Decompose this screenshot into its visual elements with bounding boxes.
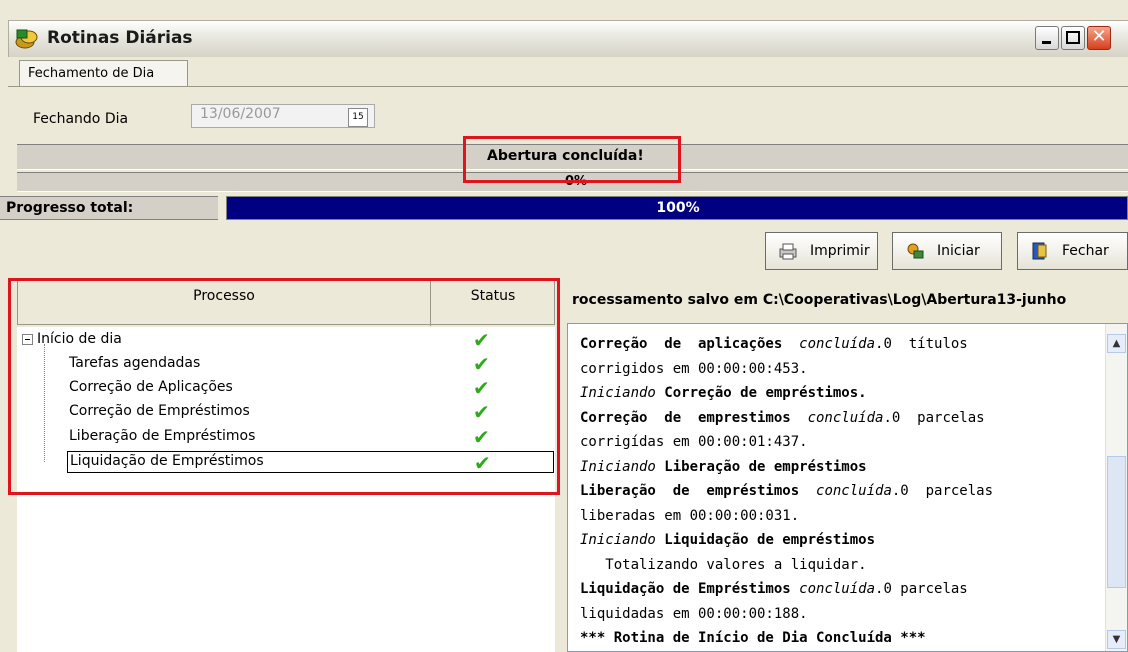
total-progress-text: 100% xyxy=(656,200,700,216)
scroll-thumb[interactable] xyxy=(1107,456,1126,588)
log-line: corrigídas em 00:00:01:437. xyxy=(580,434,808,450)
log-line: Totalizando valores a liquidar. xyxy=(580,556,867,573)
coins-icon xyxy=(15,29,38,49)
print-button[interactable]: Imprimir xyxy=(765,232,878,270)
log-line: liberadas em 00:00:00:031. xyxy=(580,507,800,524)
printer-icon xyxy=(779,243,797,260)
close-window-button[interactable]: ✕ xyxy=(1087,26,1111,50)
total-progress-label-box: Progresso total: xyxy=(0,196,218,220)
log-line: liquidadas em 00:00:00:188. xyxy=(580,605,808,622)
fechando-dia-label: Fechando Dia xyxy=(33,111,129,127)
app-window: Rotinas Diárias ✕ Fechamento de Dia Fech… xyxy=(0,0,1128,652)
splitter[interactable] xyxy=(560,279,566,652)
minimize-icon xyxy=(1042,41,1051,44)
maximize-icon xyxy=(1066,31,1080,44)
log-memo[interactable]: Correção de aplicações concluída.0 títul… xyxy=(567,323,1128,652)
print-label: Imprimir xyxy=(810,243,870,259)
scroll-up-icon[interactable]: ▲ xyxy=(1107,334,1126,353)
close-label: Fechar xyxy=(1062,243,1109,259)
start-label: Iniciar xyxy=(937,243,980,259)
log-text: Correção de aplicações concluída.0 títul… xyxy=(580,332,1092,651)
exit-door-icon xyxy=(1032,242,1047,260)
log-line: Correção de emprestimos concluída.0 parc… xyxy=(580,409,985,426)
log-scrollbar[interactable]: ▲ ▼ xyxy=(1105,324,1127,651)
highlight-frame xyxy=(463,136,681,183)
tab-panel-border xyxy=(8,86,1128,87)
log-path-label: rocessamento salvo em C:\Cooperativas\Lo… xyxy=(572,292,1067,308)
log-line: corrigidos em 00:00:00:453. xyxy=(580,360,808,377)
total-progress-label: Progresso total: xyxy=(6,200,134,216)
log-line: Liberação de empréstimos concluída.0 par… xyxy=(580,483,994,499)
close-button[interactable]: Fechar xyxy=(1017,232,1128,270)
date-picker[interactable]: 13/06/2007 15 xyxy=(191,104,375,128)
log-line: Iniciando Liquidação de empréstimos xyxy=(580,532,876,548)
maximize-button[interactable] xyxy=(1061,26,1085,50)
log-line: Iniciando Liberação de empréstimos xyxy=(580,458,867,475)
date-value: 13/06/2007 xyxy=(200,106,281,122)
log-line: Liquidação de Empréstimos concluída.0 pa… xyxy=(580,581,968,597)
title-bar[interactable]: Rotinas Diárias ✕ xyxy=(8,20,1128,57)
log-line: Correção de aplicações concluída.0 títul… xyxy=(580,336,968,352)
start-button[interactable]: Iniciar xyxy=(892,232,1002,270)
tab-fechamento-de-dia[interactable]: Fechamento de Dia xyxy=(19,60,188,86)
log-line: *** Rotina de Início de Dia Concluída **… xyxy=(580,630,926,646)
window-title: Rotinas Diárias xyxy=(47,28,193,48)
scroll-down-icon[interactable]: ▼ xyxy=(1107,630,1126,649)
total-progress-bar: 100% xyxy=(226,196,1128,220)
close-icon: ✕ xyxy=(1091,26,1107,47)
highlight-frame xyxy=(8,278,560,495)
start-icon xyxy=(907,243,924,259)
log-line: Iniciando Correção de empréstimos. xyxy=(580,385,867,401)
minimize-button[interactable] xyxy=(1035,26,1059,50)
calendar-icon[interactable]: 15 xyxy=(348,108,368,127)
